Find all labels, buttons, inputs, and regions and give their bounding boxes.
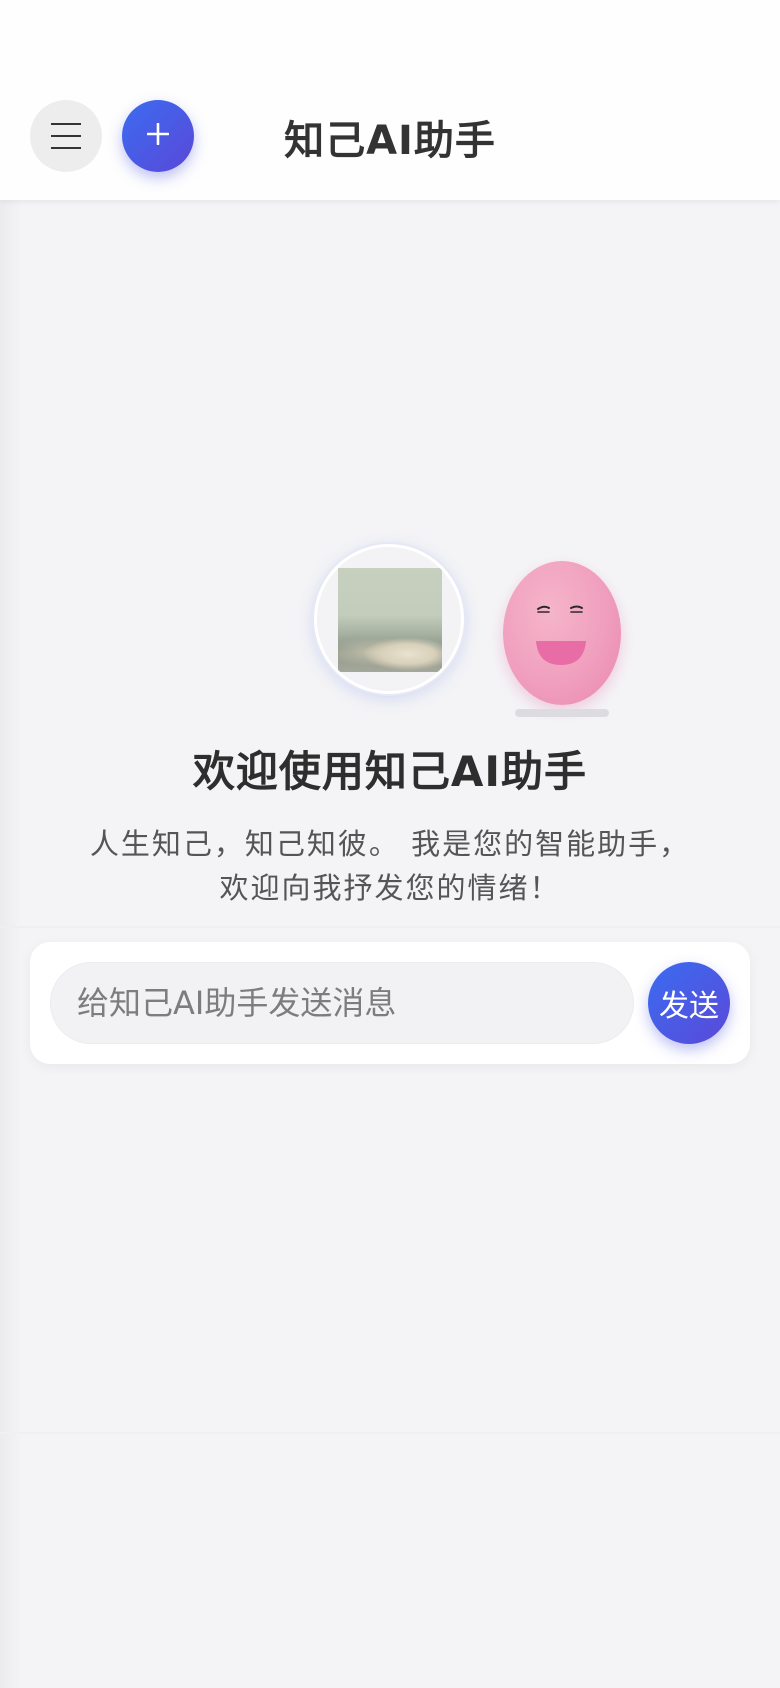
- message-composer: 发送: [30, 942, 750, 1064]
- mascot-avatar: [503, 561, 621, 705]
- user-avatar: [314, 544, 464, 694]
- welcome-subtitle-line-2: 欢迎向我抒发您的情绪！: [219, 871, 561, 905]
- bottom-divider: [0, 1432, 780, 1434]
- message-input[interactable]: [50, 962, 634, 1044]
- send-button[interactable]: 发送: [648, 962, 730, 1044]
- mascot-shadow: [515, 709, 609, 717]
- welcome-subtitle-line-1: 人生知己，知己知彼。 我是您的智能助手，: [89, 827, 691, 861]
- clouds-photo: [338, 568, 442, 672]
- app-header: 知己AI助手: [0, 0, 780, 200]
- mascot-eyes: [537, 605, 583, 613]
- welcome-subtitle: 人生知己，知己知彼。 我是您的智能助手， 欢迎向我抒发您的情绪！: [70, 822, 710, 910]
- welcome-title: 欢迎使用知己AI助手: [192, 747, 588, 796]
- section-divider: [0, 926, 780, 928]
- left-edge-shade: [0, 200, 22, 1688]
- page-title: 知己AI助手: [284, 118, 496, 164]
- mascot-mouth: [536, 641, 586, 665]
